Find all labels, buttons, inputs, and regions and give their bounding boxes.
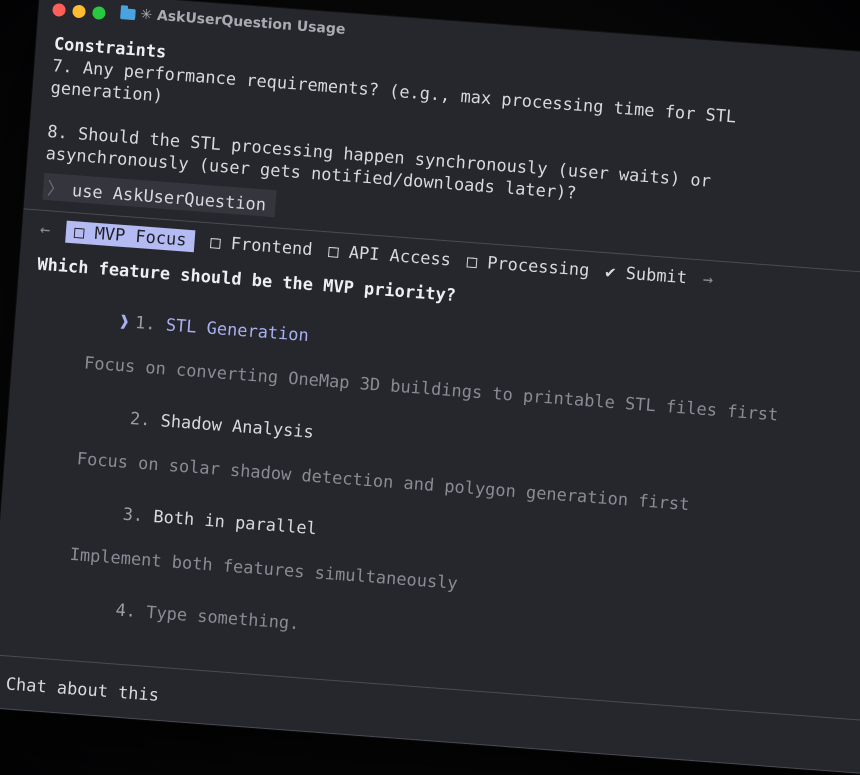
tab-back-arrow-icon[interactable]: ←: [39, 220, 51, 241]
option-label: Shadow Analysis: [159, 411, 315, 443]
folder-icon: [120, 7, 136, 20]
tab-frontend[interactable]: □ Frontend: [210, 233, 314, 261]
window-title: ✳ AskUserQuestion Usage: [120, 5, 346, 38]
tab-submit[interactable]: ✔ Submit: [605, 262, 688, 288]
option-number: 3.: [122, 504, 144, 527]
close-window-button[interactable]: [52, 3, 67, 17]
selection-pointer-icon: ❱: [118, 311, 131, 333]
user-command: 〉 use AskUserQuestion: [42, 172, 278, 218]
option-label: Both in parallel: [152, 507, 318, 540]
tab-forward-arrow-icon[interactable]: →: [702, 270, 714, 291]
terminal-content: Constraints 7. Any performance requireme…: [0, 27, 860, 775]
option-label: Type something.: [145, 602, 301, 635]
zoom-window-button[interactable]: [91, 6, 106, 20]
minimize-window-button[interactable]: [72, 4, 86, 19]
terminal-window: ✳ AskUserQuestion Usage Constraints 7. A…: [0, 0, 860, 775]
option-number: 2.: [129, 408, 152, 431]
tab-api-access[interactable]: □ API Access: [328, 241, 452, 270]
option-number: 1.: [134, 313, 157, 335]
options-list: ❱ 1. STL Generation Focus on converting O…: [10, 283, 860, 702]
tab-mvp-focus[interactable]: □ MVP Focus: [65, 220, 196, 253]
option-number: 4.: [114, 600, 137, 622]
window-title-text: ✳ AskUserQuestion Usage: [139, 6, 346, 38]
tab-processing[interactable]: □ Processing: [466, 252, 590, 281]
prompt-chevron-icon: 〉: [46, 179, 65, 201]
user-command-text: use AskUserQuestion: [71, 180, 267, 216]
option-label: STL Generation: [165, 315, 310, 347]
